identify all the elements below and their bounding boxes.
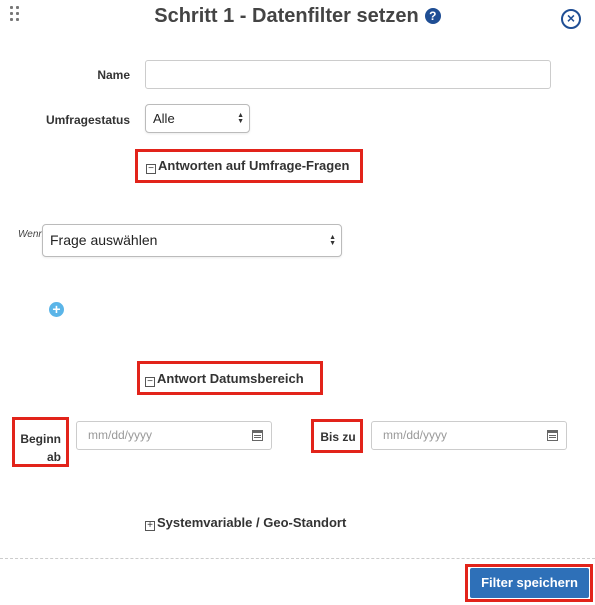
section-label-system: Systemvariable / Geo-Standort — [157, 515, 347, 530]
collapse-icon: − — [146, 164, 156, 174]
start-date-label: Beginn ab — [15, 430, 61, 466]
survey-status-value: Alle — [153, 111, 175, 126]
dialog-header: Schritt 1 - Datenfilter setzen? × — [0, 0, 595, 38]
end-date-input[interactable]: mm/dd/yyyy — [371, 421, 567, 450]
section-label-date-range: Antwort Datumsbereich — [157, 371, 304, 386]
start-date-placeholder: mm/dd/yyyy — [88, 428, 153, 442]
start-date-label-line1: Beginn — [20, 432, 61, 446]
add-condition-icon[interactable]: + — [49, 302, 64, 317]
name-label: Name — [97, 68, 130, 82]
save-filter-button[interactable]: Filter speichern — [470, 568, 589, 598]
end-date-placeholder: mm/dd/yyyy — [383, 428, 448, 442]
end-date-label: Bis zu — [320, 430, 356, 444]
expand-icon: + — [145, 521, 155, 531]
section-toggle-answers[interactable]: − Antworten auf Umfrage-Fragen — [146, 158, 349, 174]
survey-status-select[interactable]: Alle ▲ ▼ — [145, 104, 250, 133]
calendar-icon[interactable] — [252, 430, 263, 441]
close-circle-icon[interactable]: × — [561, 9, 581, 29]
collapse-icon: − — [145, 377, 155, 387]
dialog-title: Schritt 1 - Datenfilter setzen? — [0, 5, 595, 28]
dialog-title-text: Schritt 1 - Datenfilter setzen — [154, 5, 419, 27]
section-label-answers: Antworten auf Umfrage-Fragen — [158, 158, 350, 173]
question-select-value: Frage auswählen — [50, 232, 158, 248]
start-date-label-line2: ab — [46, 450, 61, 464]
question-select[interactable]: Frage auswählen ▲ ▼ — [42, 224, 342, 257]
question-circle-icon[interactable]: ? — [424, 8, 441, 24]
wenn-label: Wenn — [18, 229, 44, 240]
section-toggle-date-range[interactable]: − Antwort Datumsbereich — [145, 371, 304, 387]
name-input[interactable] — [145, 60, 551, 89]
survey-status-label: Umfragestatus — [45, 113, 130, 127]
section-toggle-system[interactable]: + Systemvariable / Geo-Standort — [145, 515, 346, 531]
select-arrows-icon: ▲ ▼ — [237, 111, 244, 125]
footer-divider — [0, 558, 595, 559]
calendar-icon[interactable] — [547, 430, 558, 441]
select-arrows-icon: ▲ ▼ — [329, 233, 336, 247]
start-date-input[interactable]: mm/dd/yyyy — [76, 421, 272, 450]
